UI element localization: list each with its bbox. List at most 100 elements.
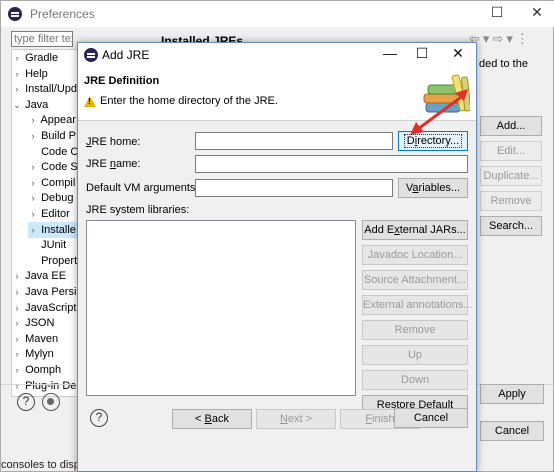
duplicate-jre-button[interactable]: Duplicate... xyxy=(480,166,542,186)
tree-item[interactable]: › Compil xyxy=(28,175,81,191)
remove-jre-button[interactable]: Remove xyxy=(480,191,542,211)
tree-item[interactable]: › Installe xyxy=(28,221,81,238)
tree-item[interactable]: › Maven xyxy=(12,331,81,347)
tree-item[interactable]: › Debug xyxy=(28,190,81,206)
edit-jre-button[interactable]: Edit... xyxy=(480,141,542,161)
tree-item[interactable]: › Build P xyxy=(28,128,81,144)
dialog-cancel-button[interactable]: Cancel xyxy=(394,408,468,428)
chevron-right-icon[interactable]: › xyxy=(12,284,22,300)
chevron-right-icon[interactable]: › xyxy=(28,112,38,128)
next-button[interactable]: Next > xyxy=(256,409,336,429)
maximize-icon[interactable]: ☐ xyxy=(487,4,507,21)
add-external-jars-button[interactable]: Add External JARs... xyxy=(362,220,468,240)
source-attachment-button[interactable]: Source Attachment... xyxy=(362,270,468,290)
tree-item-label: Maven xyxy=(25,332,59,345)
chevron-right-icon[interactable]: › xyxy=(12,346,22,362)
dialog-title: Add JRE xyxy=(102,48,150,62)
tree-item-label: Gradle xyxy=(25,52,59,64)
chevron-right-icon[interactable]: › xyxy=(28,206,38,222)
tree-item[interactable]: › Java Persis xyxy=(12,284,82,300)
preferences-cancel-button[interactable]: Cancel xyxy=(480,421,544,441)
chevron-right-icon[interactable]: › xyxy=(12,50,22,66)
chevron-right-icon[interactable]: › xyxy=(12,81,22,97)
chevron-right-icon[interactable]: › xyxy=(12,378,22,394)
tree-item[interactable]: › Appear xyxy=(28,112,81,128)
tree-item-label: Mylyn xyxy=(25,348,54,361)
tree-item-label: Plug-in De xyxy=(25,379,77,392)
tree-item-label: Appear xyxy=(40,114,76,127)
import-export-icon[interactable] xyxy=(42,393,60,411)
chevron-right-icon[interactable]: › xyxy=(12,66,22,82)
tree-item-label: Code S xyxy=(41,161,78,174)
vm-arguments-input[interactable] xyxy=(195,179,393,197)
maximize-icon[interactable]: ☐ xyxy=(412,45,432,62)
tree-item[interactable]: › Install/Upd xyxy=(12,81,81,97)
tree-item[interactable]: › Java EE xyxy=(12,268,81,284)
tree-item-label: Installe xyxy=(41,223,76,236)
chevron-right-icon[interactable]: › xyxy=(28,175,38,191)
javadoc-location-button[interactable]: Javadoc Location... xyxy=(362,245,468,265)
wizard-header: JRE Definition Enter the home directory … xyxy=(78,67,476,121)
add-jre-button[interactable]: Add... xyxy=(480,116,542,136)
warning-icon xyxy=(84,96,96,107)
preferences-tree[interactable]: › Gradle › Help › Install/Upd ⌄ Java › Appea… xyxy=(11,49,81,397)
variables-button[interactable]: Variables... xyxy=(398,178,468,198)
filter-input[interactable] xyxy=(11,31,73,47)
close-icon[interactable]: ✕ xyxy=(527,4,547,21)
jre-libraries-list[interactable] xyxy=(86,220,356,396)
tree-item-label: Java EE xyxy=(25,270,67,283)
help-icon[interactable]: ? xyxy=(90,409,108,427)
jre-home-input[interactable] xyxy=(195,132,393,150)
tree-item-label: Propert xyxy=(41,254,78,267)
menu-icon[interactable]: ⋮ xyxy=(516,31,532,46)
tree-item[interactable]: › Oomph xyxy=(12,362,81,378)
tree-item[interactable]: Code C xyxy=(28,144,81,160)
back-button[interactable]: < Back xyxy=(172,409,252,429)
history-nav[interactable]: ⇦▾⇨▾⋮ xyxy=(469,31,532,47)
chevron-right-icon[interactable]: › xyxy=(28,159,38,175)
tree-item[interactable]: › JavaScript xyxy=(12,300,81,316)
eclipse-icon xyxy=(8,7,22,21)
wizard-title: JRE Definition xyxy=(84,75,160,87)
tree-item-label: Install/Upd xyxy=(25,83,78,96)
chevron-right-icon[interactable]: › xyxy=(28,128,38,144)
chevron-right-icon[interactable]: › xyxy=(28,222,38,238)
tree-item[interactable]: › Code S xyxy=(28,159,81,175)
chevron-right-icon[interactable]: › xyxy=(12,268,22,284)
chevron-right-icon[interactable]: › xyxy=(12,331,22,347)
tree-item[interactable]: ⌄ Java xyxy=(12,97,81,113)
tree-item[interactable]: › Help xyxy=(12,66,81,82)
tree-item[interactable]: Propert xyxy=(28,253,81,269)
jre-name-input[interactable] xyxy=(195,155,468,173)
page-description: ded to the xyxy=(479,58,528,70)
tree-item-label: Editor xyxy=(41,208,70,220)
close-icon[interactable]: ✕ xyxy=(448,45,468,62)
tree-item-label: JSON xyxy=(25,317,55,330)
tree-item[interactable]: › Editor xyxy=(28,206,81,222)
tree-item[interactable]: › Gradle xyxy=(12,50,81,66)
chevron-right-icon[interactable]: › xyxy=(12,362,22,378)
tree-item[interactable]: › Mylyn xyxy=(12,346,81,362)
apply-button[interactable]: Apply xyxy=(480,384,544,404)
chevron-down-icon[interactable]: ⌄ xyxy=(12,97,22,113)
help-icon[interactable]: ? xyxy=(17,393,35,411)
tree-item[interactable]: › Plug-in De xyxy=(12,378,81,394)
tree-item-label: Java Persis xyxy=(25,286,81,298)
search-jre-button[interactable]: Search... xyxy=(480,216,542,236)
tree-item[interactable]: › JSON xyxy=(12,315,81,331)
chevron-right-icon[interactable]: › xyxy=(12,300,22,316)
chevron-right-icon[interactable]: › xyxy=(12,315,22,331)
tree-item-label: Debug xyxy=(41,192,74,205)
minimize-icon[interactable]: — xyxy=(380,45,400,61)
move-up-button[interactable]: Up xyxy=(362,345,468,365)
libraries-label: JRE system libraries: xyxy=(86,204,190,216)
chevron-right-icon[interactable]: › xyxy=(28,190,38,206)
move-down-button[interactable]: Down xyxy=(362,370,468,390)
tree-item[interactable]: JUnit xyxy=(28,237,81,253)
tree-item-label: JavaScript xyxy=(25,301,77,314)
jre-home-label: JRE home: xyxy=(86,136,141,148)
forward-arrow-icon[interactable]: ⇨▾ xyxy=(492,31,515,46)
remove-library-button[interactable]: Remove xyxy=(362,320,468,340)
external-annotations-button[interactable]: External annotations... xyxy=(362,295,472,315)
directory-button[interactable]: Directory... xyxy=(398,131,468,151)
